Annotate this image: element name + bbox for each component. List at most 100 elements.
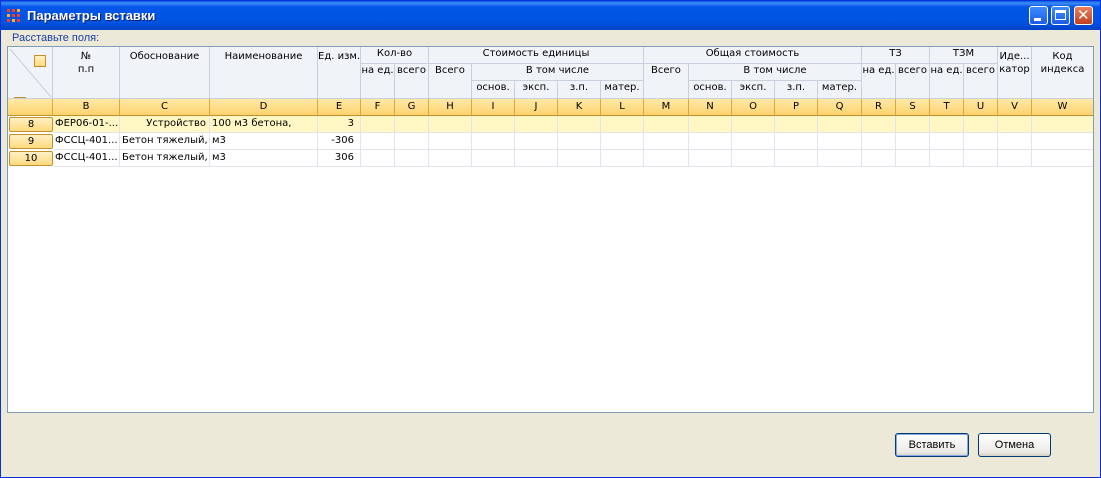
row-number-button[interactable]: 8	[9, 117, 53, 132]
cell-basis: ФЕР06-01-...	[53, 116, 120, 133]
column-letter-f[interactable]: F	[361, 99, 395, 116]
select-all-columns-checkbox[interactable]	[34, 55, 46, 67]
close-button[interactable]: ✕	[1074, 6, 1093, 25]
column-letter-e[interactable]: E	[318, 99, 361, 116]
column-letter-k[interactable]: K	[558, 99, 601, 116]
header-total-sub-wage: з.п.	[775, 81, 818, 99]
header-sub-main: основ.	[472, 81, 515, 99]
cell-empty	[558, 116, 601, 133]
cell-empty	[472, 116, 515, 133]
header-num-top: №	[80, 51, 92, 62]
cell-empty	[601, 150, 644, 167]
column-letter-r[interactable]: R	[862, 99, 896, 116]
cell-name-prefix: Устройство	[120, 116, 210, 133]
column-letter-o[interactable]: O	[732, 99, 775, 116]
cell-empty	[896, 150, 930, 167]
cell-empty	[818, 116, 862, 133]
cell-empty	[1032, 133, 1093, 150]
cell-empty	[644, 116, 689, 133]
cell-unit: 306	[318, 150, 361, 167]
header-total-sub-mat: матер.	[818, 81, 862, 99]
header-total-sub-main: основ.	[689, 81, 732, 99]
cell-empty	[429, 116, 472, 133]
grid-corner	[8, 47, 53, 99]
insert-button[interactable]: Вставить	[895, 433, 969, 457]
minimize-icon	[1034, 18, 1041, 21]
column-letter-c[interactable]: C	[120, 99, 210, 116]
instruction-label: Расставьте поля:	[12, 32, 100, 44]
column-letter-s[interactable]: S	[896, 99, 930, 116]
cell-empty	[601, 116, 644, 133]
cell-unit: 3	[318, 116, 361, 133]
field-mapping-grid[interactable]: № п.п Обоснование Наименование Ед. изм. …	[7, 46, 1094, 413]
cell-empty	[689, 116, 732, 133]
header-qty-per-unit: на ед.	[361, 64, 395, 99]
cell-empty	[601, 133, 644, 150]
column-letter-b[interactable]: B	[53, 99, 120, 116]
column-letter-l[interactable]: L	[601, 99, 644, 116]
cell-empty	[429, 150, 472, 167]
column-letter-n[interactable]: N	[689, 99, 732, 116]
cell-empty	[361, 150, 395, 167]
cell-empty	[896, 133, 930, 150]
cell-empty	[896, 116, 930, 133]
cell-empty	[558, 150, 601, 167]
close-icon: ✕	[1077, 6, 1090, 24]
cell-empty	[429, 133, 472, 150]
cell-empty	[930, 133, 964, 150]
cancel-button[interactable]: Отмена	[978, 433, 1051, 457]
cell-empty	[395, 133, 429, 150]
app-grid-icon	[7, 9, 20, 22]
header-tz: ТЗ	[862, 47, 930, 64]
column-letter-v[interactable]: V	[998, 99, 1032, 116]
cell-empty	[732, 150, 775, 167]
header-tz-per-unit: на ед.	[862, 64, 896, 99]
cell-empty	[732, 133, 775, 150]
header-index-code: Код индекса	[1032, 47, 1093, 99]
cell-empty	[515, 150, 558, 167]
column-letter-t[interactable]: T	[930, 99, 964, 116]
header-identifier: Иде... катор	[998, 47, 1032, 99]
column-letter-i[interactable]: I	[472, 99, 515, 116]
cell-empty	[472, 150, 515, 167]
title-bar[interactable]: Параметры вставки ✕	[1, 1, 1100, 30]
column-letter-m[interactable]: M	[644, 99, 689, 116]
row-number-button[interactable]: 10	[9, 151, 53, 166]
cell-name-prefix: Бетон тяжелый,	[120, 133, 210, 150]
cell-name-prefix: Бетон тяжелый,	[120, 150, 210, 167]
header-qty-total: всего	[395, 64, 429, 99]
header-unit-cost-total: Всего	[429, 64, 472, 99]
cell-empty	[644, 133, 689, 150]
minimize-button[interactable]	[1029, 6, 1048, 25]
maximize-button[interactable]	[1051, 6, 1070, 25]
column-letter-w[interactable]: W	[1032, 99, 1093, 116]
cell-empty	[689, 150, 732, 167]
cell-basis: ФССЦ-401...	[53, 150, 120, 167]
header-tzm: ТЗМ	[930, 47, 998, 64]
column-letter-p[interactable]: P	[775, 99, 818, 116]
header-identifier-top: Иде...	[999, 51, 1030, 62]
cell-empty	[998, 150, 1032, 167]
column-letter-u[interactable]: U	[964, 99, 998, 116]
cell-empty	[395, 150, 429, 167]
header-tzm-per-unit: на ед.	[930, 64, 964, 99]
column-letter-g[interactable]: G	[395, 99, 429, 116]
header-qty: Кол-во	[361, 47, 429, 64]
cell-empty	[930, 150, 964, 167]
column-letter-h[interactable]: H	[429, 99, 472, 116]
cell-empty	[395, 116, 429, 133]
dialog-window: Параметры вставки ✕ Расставьте поля: № п…	[0, 0, 1101, 478]
cell-name: 100 м3 бетона,	[210, 116, 318, 133]
column-letter-q[interactable]: Q	[818, 99, 862, 116]
row-number-button[interactable]: 9	[9, 134, 53, 149]
window-title: Параметры вставки	[27, 8, 156, 23]
header-total-cost: Общая стоимость	[644, 47, 862, 64]
header-index-bottom: индекса	[1040, 64, 1085, 75]
column-letter-d[interactable]: D	[210, 99, 318, 116]
cell-empty	[964, 150, 998, 167]
header-sub-exp: эксп.	[515, 81, 558, 99]
cell-empty	[964, 133, 998, 150]
column-letter-j[interactable]: J	[515, 99, 558, 116]
header-num-bottom: п.п	[77, 64, 95, 75]
cell-empty	[862, 150, 896, 167]
